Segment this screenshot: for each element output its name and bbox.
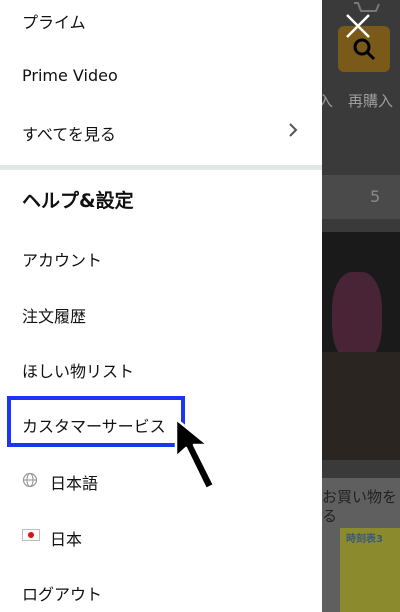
globe-icon: [22, 472, 38, 492]
bg-ad-title: 時刻表3: [346, 534, 383, 545]
bg-promo-line1: お買い物を: [322, 488, 398, 506]
menu-item-logout[interactable]: ログアウト: [22, 581, 102, 605]
nav-drawer: プライム Prime Video すべてを見る ヘルプ&設定 アカウント 注文履…: [0, 0, 322, 612]
menu-item-wish-list[interactable]: ほしい物リスト: [22, 358, 134, 382]
japan-flag-icon: [22, 529, 40, 541]
bg-promo-line2: る: [322, 507, 338, 525]
pointer-cursor-icon: [172, 415, 224, 499]
menu-item-prime[interactable]: プライム: [22, 9, 86, 33]
bg-rebuy-tab: 再購入: [348, 92, 394, 110]
close-icon[interactable]: [344, 12, 372, 40]
menu-item-see-all[interactable]: すべてを見る: [22, 121, 116, 145]
menu-item-account[interactable]: アカウント: [22, 247, 102, 271]
bg-band-number: 5: [370, 187, 381, 206]
chevron-right-icon: [287, 122, 299, 142]
customer-service-highlight: [7, 396, 185, 447]
menu-item-country[interactable]: 日本: [50, 526, 82, 550]
bg-photo: [322, 232, 400, 460]
help-settings-heading: ヘルプ&設定: [22, 190, 134, 212]
menu-item-order-history[interactable]: 注文履歴: [22, 303, 86, 327]
bg-band: [322, 175, 400, 219]
menu-item-language[interactable]: 日本語: [50, 470, 98, 494]
menu-item-prime-video[interactable]: Prime Video: [22, 66, 118, 85]
section-divider: [0, 165, 322, 170]
